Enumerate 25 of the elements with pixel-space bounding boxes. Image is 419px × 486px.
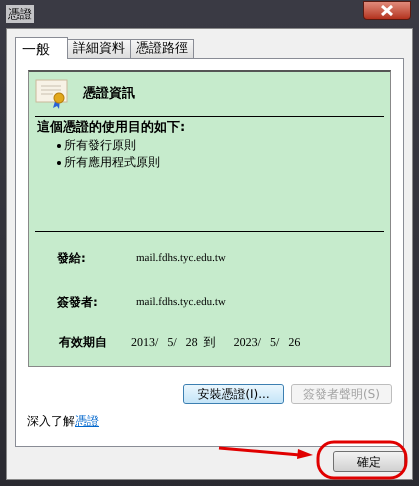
field-value: mail.fdhs.tyc.edu.tw [136, 250, 226, 266]
tab[interactable]: 詳細資料 [67, 39, 131, 58]
to-label: 到 [204, 334, 216, 351]
purpose-item: 所有發行原則 [64, 137, 136, 154]
field-value: mail.fdhs.tyc.edu.tw [136, 294, 226, 310]
learn-more-text: 深入了解 [27, 413, 75, 430]
bullet-icon [57, 160, 61, 164]
close-icon [381, 4, 393, 16]
purpose-item: 所有應用程式原則 [64, 154, 160, 171]
tab[interactable]: 一般 [15, 37, 68, 59]
certificate-action-button[interactable]: 安裝憑證(I)... [183, 384, 284, 404]
info-heading: 憑證資訊 [83, 85, 135, 104]
purpose-title: 這個憑證的使用目的如下: [37, 119, 186, 137]
window-title: 憑證 [6, 5, 34, 23]
bullet-icon [57, 144, 61, 148]
tab[interactable]: 憑證路徑 [130, 39, 194, 58]
valid-to-date: 2023/ 5/ 26 [234, 334, 300, 351]
valid-from-date: 2013/ 5/ 28 [131, 334, 198, 351]
close-button[interactable] [363, 0, 411, 20]
ok-button[interactable]: 確定 [333, 451, 405, 472]
certificate-icon [35, 79, 69, 109]
field-label: 發給: [57, 250, 87, 267]
validity-label: 有效期自 [59, 334, 108, 351]
field-label: 簽發者: [57, 294, 99, 311]
certificate-link[interactable]: 憑證 [75, 412, 99, 430]
